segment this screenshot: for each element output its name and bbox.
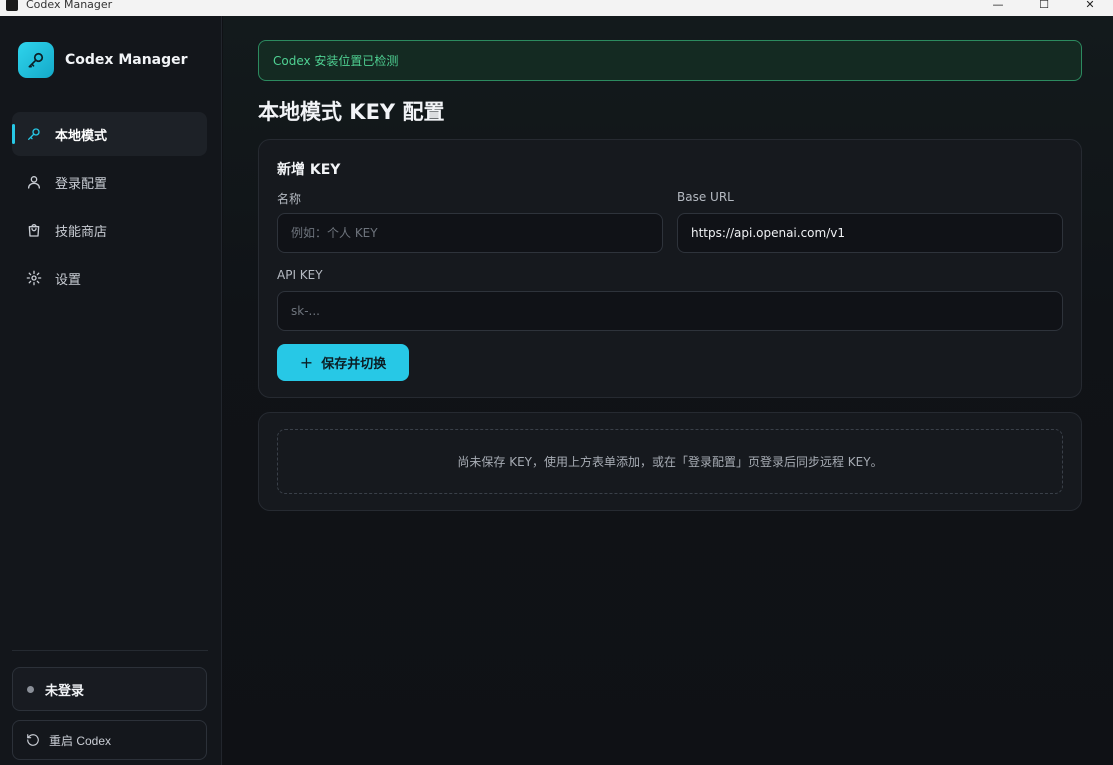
key-icon xyxy=(26,126,42,142)
window-title: Codex Manager xyxy=(26,0,113,11)
window-controls: — ☐ ✕ xyxy=(975,0,1113,16)
sidebar-nav: 本地模式 登录配置 技能商店 设置 xyxy=(12,112,207,304)
gear-icon xyxy=(26,270,42,286)
sidebar-item-settings[interactable]: 设置 xyxy=(12,256,207,300)
sidebar: Codex Manager 本地模式 登录配置 技能商店 设置 未登录 重启 C… xyxy=(0,16,222,765)
sidebar-item-local-mode[interactable]: 本地模式 xyxy=(12,112,207,156)
shopping-bag-icon xyxy=(26,222,42,238)
brand: Codex Manager xyxy=(18,42,188,78)
restart-codex-button[interactable]: 重启 Codex xyxy=(12,720,207,760)
base-url-input[interactable] xyxy=(677,213,1063,253)
app-icon xyxy=(6,0,18,11)
login-status[interactable]: 未登录 xyxy=(12,667,207,711)
alert-text: Codex 安装位置已检测 xyxy=(273,54,399,68)
minimize-button[interactable]: — xyxy=(975,0,1021,12)
empty-state-text: 尚未保存 KEY，使用上方表单添加，或在「登录配置」页登录后同步远程 KEY。 xyxy=(457,455,883,469)
sidebar-item-login-config[interactable]: 登录配置 xyxy=(12,160,207,204)
api-key-label: API KEY xyxy=(277,268,323,282)
form-title: 新增 KEY xyxy=(277,162,341,178)
plus-icon: + xyxy=(299,352,314,372)
sidebar-item-skill-store[interactable]: 技能商店 xyxy=(12,208,207,252)
save-label: 保存并切换 xyxy=(321,357,387,372)
close-button[interactable]: ✕ xyxy=(1067,0,1113,12)
base-url-label: Base URL xyxy=(677,190,734,204)
restart-label: 重启 Codex xyxy=(49,733,112,748)
api-key-input[interactable] xyxy=(277,291,1063,331)
sidebar-item-label: 设置 xyxy=(55,272,82,288)
name-label: 名称 xyxy=(277,192,302,206)
window-titlebar: Codex Manager — ☐ ✕ xyxy=(0,0,1113,16)
sidebar-item-label: 本地模式 xyxy=(55,128,108,144)
login-status-text: 未登录 xyxy=(45,683,85,699)
keys-list-card: 尚未保存 KEY，使用上方表单添加，或在「登录配置」页登录后同步远程 KEY。 xyxy=(258,412,1082,511)
main-content: Codex 安装位置已检测 本地模式 KEY 配置 新增 KEY 名称 Base… xyxy=(223,16,1113,765)
brand-logo-key-icon xyxy=(18,42,54,78)
sidebar-divider xyxy=(12,650,208,651)
success-alert: Codex 安装位置已检测 xyxy=(258,40,1082,81)
save-and-switch-button[interactable]: + 保存并切换 xyxy=(277,344,409,381)
sidebar-item-label: 技能商店 xyxy=(55,224,108,240)
refresh-icon xyxy=(26,733,40,747)
name-input[interactable] xyxy=(277,213,663,253)
empty-state: 尚未保存 KEY，使用上方表单添加，或在「登录配置」页登录后同步远程 KEY。 xyxy=(277,429,1063,494)
brand-name: Codex Manager xyxy=(65,52,188,68)
page-title: 本地模式 KEY 配置 xyxy=(258,100,445,124)
status-dot xyxy=(27,685,34,693)
new-key-form-card: 新增 KEY 名称 Base URL API KEY + 保存并切换 xyxy=(258,139,1082,398)
maximize-button[interactable]: ☐ xyxy=(1021,0,1067,12)
sidebar-item-label: 登录配置 xyxy=(55,176,108,192)
user-icon xyxy=(26,174,42,190)
